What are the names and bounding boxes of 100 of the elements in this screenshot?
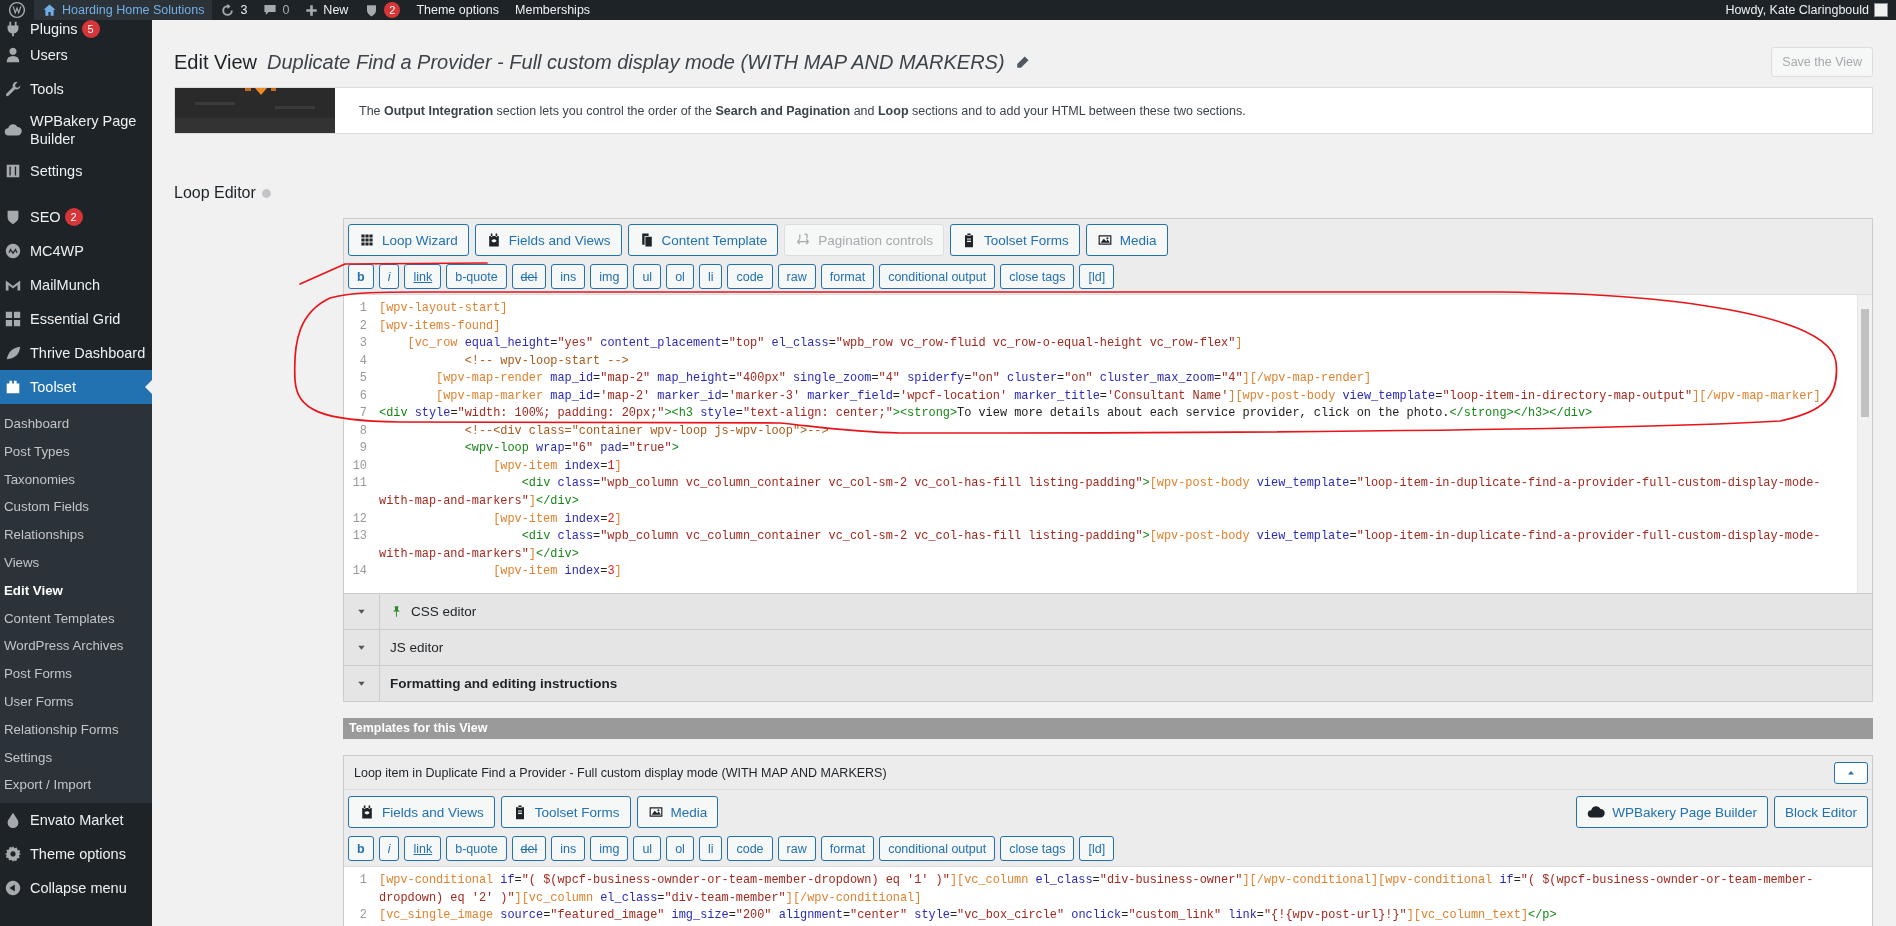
tool-button[interactable]: Loop Wizard [348,224,469,256]
editor-button[interactable]: Block Editor [1773,796,1868,828]
sidebar-item[interactable]: SEO 2 [0,200,152,234]
toolbar-link[interactable]: Memberships [507,0,599,20]
account-link[interactable]: Howdy, Kate Claringbould [1717,0,1896,20]
format-button[interactable]: raw [777,836,816,861]
sidebar-item[interactable]: Toolset [0,370,152,404]
page-title: Edit View [174,50,257,74]
submenu-item[interactable]: Edit View [0,576,152,605]
submenu-item[interactable]: Export / Import [0,771,152,800]
line-number: 10 [351,457,368,475]
format-button[interactable]: ol [666,836,694,861]
format-button[interactable]: b-quote [446,264,507,289]
collapse-button[interactable] [1834,761,1868,784]
format-button[interactable]: del [511,836,547,861]
sidebar-item[interactable]: Envato Market [0,803,152,838]
pencil-icon[interactable] [1014,54,1030,70]
submenu-item[interactable]: Settings [0,743,152,772]
sidebar-item[interactable]: Settings [0,154,152,188]
tool-button[interactable]: Fields and Views [348,796,495,828]
format-button[interactable]: b [348,264,374,289]
comments-link[interactable]: 0 [255,0,298,20]
site-name-link[interactable]: Hoarding Home Solutions [34,0,213,20]
code-line: [wpv-item index=2] [492,510,622,528]
logo-icon[interactable] [8,1,26,19]
tool-button[interactable]: Fields and Views [474,224,622,256]
format-button[interactable]: link [404,836,442,861]
sidebar-item[interactable]: Theme options [0,837,152,872]
submenu-item[interactable]: Content Templates [0,604,152,633]
format-button[interactable]: link [404,264,442,289]
format-button[interactable]: li [698,264,723,289]
line-number: 9 [358,440,368,458]
line-number: 7 [358,405,368,423]
submenu-item[interactable]: Dashboard [0,410,152,438]
toolbar-link[interactable]: Theme options [408,0,508,20]
format-button[interactable]: format [820,836,875,861]
sidebar-item[interactable]: Thrive Dashboard [0,336,152,370]
format-button[interactable]: [ld] [1079,836,1115,861]
code-editor[interactable] [344,866,1872,926]
format-button[interactable]: del [511,264,547,289]
submenu-item[interactable]: User Forms [0,687,152,716]
submenu-item[interactable]: Views [0,549,152,577]
sidebar-item[interactable]: Users [0,38,152,72]
format-button[interactable]: format [820,264,875,289]
grid-icon [4,310,22,328]
format-button[interactable]: ins [551,264,586,289]
sidebar-item[interactable]: MC4WP [0,234,152,268]
submenu-item[interactable]: WordPress Archives [0,632,152,661]
format-button[interactable]: img [590,264,629,289]
format-button[interactable]: ol [666,264,694,289]
sidebar-item[interactable]: Collapse menu [0,871,152,906]
format-button[interactable]: b-quote [446,836,507,861]
submenu-item[interactable]: Custom Fields [0,493,152,522]
tool-button[interactable]: Media [636,796,719,828]
format-button[interactable]: conditional output [879,264,996,289]
format-button[interactable]: i [378,836,400,861]
format-button[interactable]: close tags [1000,264,1075,289]
format-button[interactable]: conditional output [879,836,996,861]
updates-link[interactable]: 3 [212,0,256,20]
tool-button[interactable]: Toolset Forms [950,224,1080,256]
submenu-item[interactable]: Relationship Forms [0,715,152,744]
format-button[interactable]: code [727,264,773,289]
format-button[interactable]: i [378,264,400,289]
submenu-item[interactable]: Taxonomies [0,465,152,494]
sidebar-item[interactable]: Plugins 5 [0,20,152,38]
scrollbar[interactable] [1857,295,1872,593]
submenu-item[interactable]: Post Forms [0,660,152,688]
code-line: [wpv-item index=3] [492,563,622,581]
sliders-icon [4,162,22,180]
submenu-item[interactable]: Relationships [0,521,152,549]
code-line: [vc_single_image source="featured_image" img_size="200" alignment="center" style="vc_box_circle" onclick="custom_link" link="{!{wpv-post-url}!}"][vc_column_text]</p> [378,907,1557,925]
tool-button[interactable]: Toolset Forms [500,796,631,828]
sidebar-item[interactable]: MailMunch [0,268,152,302]
collapsible-row[interactable]: CSS editor [344,593,1872,629]
tool-button[interactable]: Media [1085,224,1168,256]
format-button[interactable]: ul [633,264,662,289]
submenu-item[interactable]: Post Types [0,437,152,466]
code-editor[interactable] [344,294,1872,593]
sidebar-item[interactable]: Essential Grid [0,302,152,336]
format-button[interactable]: b [348,836,374,861]
collapsible-row[interactable]: JS editor [344,629,1872,665]
new-link[interactable]: New [297,0,357,20]
format-button[interactable]: ul [633,836,662,861]
plus-icon [305,3,319,17]
collapsible-row[interactable]: Formatting and editing instructions [344,665,1872,701]
format-button[interactable]: img [590,836,629,861]
format-button[interactable]: li [698,836,723,861]
format-button[interactable]: code [727,836,773,861]
sidebar-item[interactable]: WPBakery Page Builder [0,106,152,154]
tool-button[interactable]: Content Template [627,224,779,256]
format-button[interactable]: raw [777,264,816,289]
format-button[interactable]: [ld] [1079,264,1115,289]
code-line: with-map-and-markers"]</div> [378,545,579,563]
format-button[interactable]: ins [551,836,586,861]
editor-button[interactable]: WPBakery Page Builder [1576,796,1768,828]
section-title: Loop Editor [174,184,256,202]
code-line: [wpv-items-found] [378,317,501,335]
sidebar-item[interactable]: Tools [0,72,152,106]
format-button[interactable]: close tags [1000,836,1075,861]
seo-link[interactable]: 2 [356,0,409,20]
